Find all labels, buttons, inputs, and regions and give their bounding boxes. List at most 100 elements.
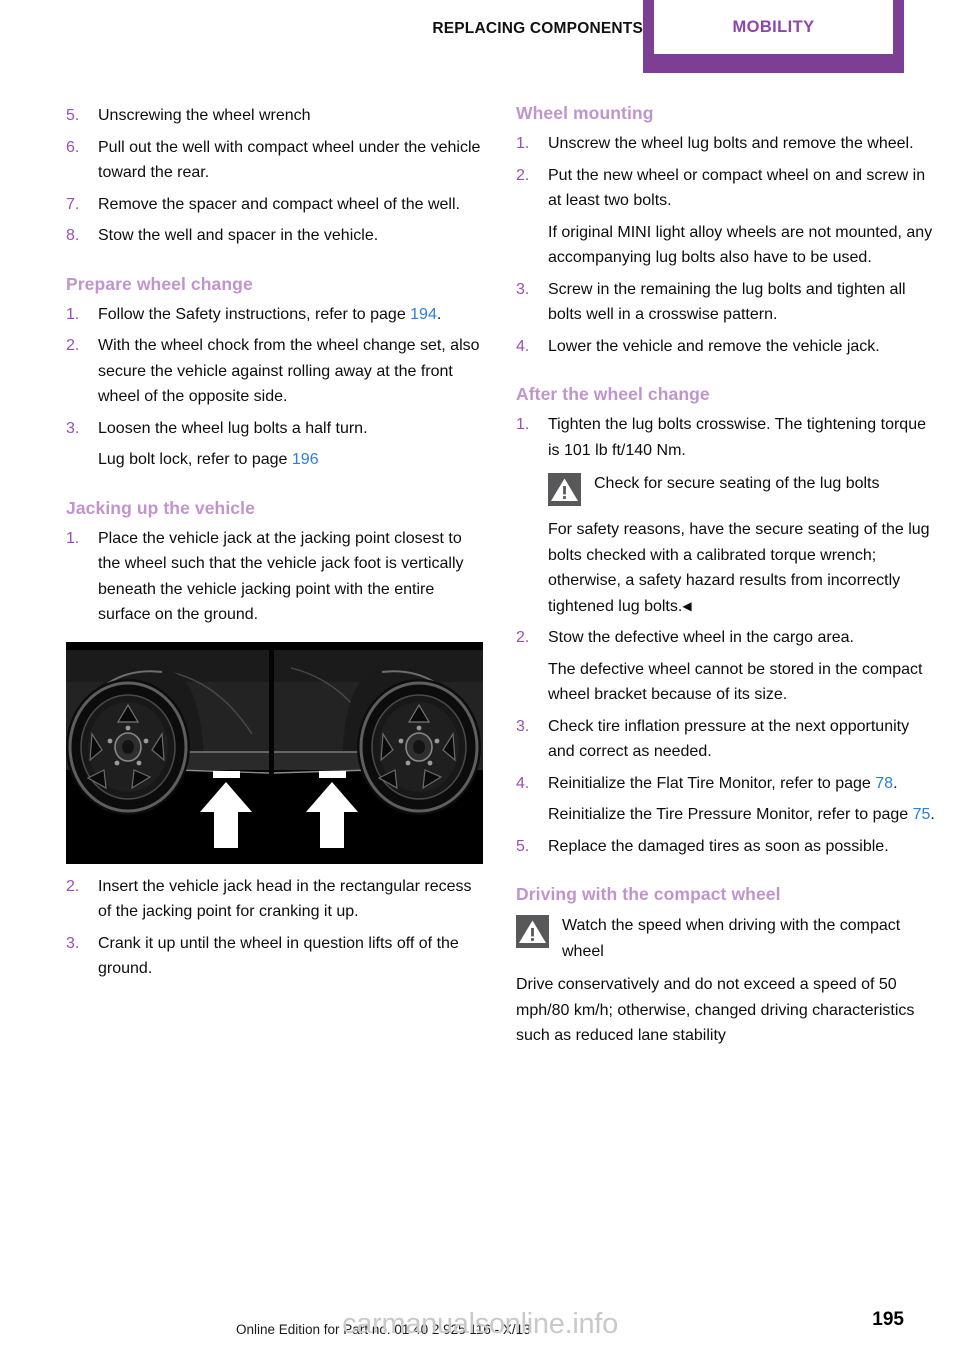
list-item: 3. Crank it up until the wheel in questi… (66, 931, 486, 982)
list-item: 3. Check tire inflation pressure at the … (516, 714, 936, 765)
warning-body: For safety reasons, have the secure seat… (548, 521, 930, 615)
front-wheel (66, 678, 190, 815)
step-text: Pull out the well with compact wheel und… (98, 138, 481, 182)
section-heading-after-the-wheel-change: After the wheel change (516, 384, 710, 404)
footer-edition-text: Online Edition for Part no. 01 40 2 925 … (236, 1322, 531, 1337)
step-text: Tighten the lug bolts crosswise. The tig… (548, 412, 936, 463)
list-item: 3. Loosen the wheel lug bolts a half tur… (66, 416, 486, 473)
step-number: 4. (516, 337, 530, 355)
warning-triangle-icon (548, 473, 581, 506)
step-number: 2. (516, 166, 530, 184)
after-wheel-change-steps-list-continued: 2. Stow the defective wheel in the cargo… (516, 625, 936, 859)
list-item: 1. Place the vehicle jack at the jacking… (66, 526, 486, 628)
list-item: 6. Pull out the well with compact wheel … (66, 135, 486, 186)
list-item: 2. Stow the defective wheel in the cargo… (516, 625, 936, 708)
list-item: 1. Tighten the lug bolts crosswise. The … (516, 412, 936, 463)
step-number: 2. (66, 337, 80, 354)
step-text-main: Put the new wheel or compact wheel on an… (548, 166, 926, 210)
step-number: 2. (66, 877, 80, 895)
section-heading-jacking-up-the-vehicle: Jacking up the vehicle (66, 497, 255, 518)
rear-wheel (357, 678, 481, 815)
step-text-main: Reinitialize the Flat Tire Monitor, refe… (548, 771, 936, 797)
step-text: Reinitialize the Flat Tire Monitor, refe… (548, 771, 936, 828)
right-column: Wheel mounting 1. Unscrew the wheel lug … (516, 103, 936, 1055)
page-footer: Online Edition for Part no. 01 40 2 925 … (0, 1300, 960, 1362)
page-reference-link[interactable]: 75 (913, 806, 931, 823)
step-number: 1. (516, 135, 530, 152)
list-item: 5. Replace the damaged tires as soon as … (516, 834, 936, 860)
warning-title: Check for secure seating of the lug bolt… (594, 475, 880, 492)
warning-block-lug-bolts: Check for secure seating of the lug bolt… (548, 471, 936, 509)
section-heading-prepare-wheel-change: Prepare wheel change (66, 273, 253, 294)
step-number: 3. (66, 419, 80, 437)
vehicle-side-view-illustration (66, 641, 483, 864)
list-item: 7. Remove the spacer and compact wheel o… (66, 192, 486, 218)
step-text: With the wheel chock from the wheel chan… (98, 337, 480, 405)
step-number: 1. (66, 529, 80, 547)
header-tab-label: MOBILITY (732, 17, 815, 36)
step-number: 7. (66, 195, 80, 213)
page-reference-link[interactable]: 78 (875, 775, 893, 792)
list-item: 4. Lower the vehicle and remove the vehi… (516, 334, 936, 360)
prepare-steps-list: 1. Follow the Safety instructions, refer… (66, 302, 486, 473)
step-text-after: . (893, 774, 898, 792)
step-text: Insert the vehicle jack head in the rect… (98, 877, 472, 921)
step-text: Check tire inflation pressure at the nex… (548, 717, 910, 761)
list-item: 1. Follow the Safety instructions, refer… (66, 302, 486, 328)
step-text: Remove the spacer and compact wheel of t… (98, 195, 460, 213)
step-text: Stow the well and spacer in the vehicle. (98, 227, 379, 244)
step-number: 6. (66, 138, 80, 156)
warning-body-text: Drive conservatively and do not exceed a… (516, 976, 915, 1044)
step-note: If original MINI light alloy wheels are … (548, 223, 933, 267)
step-text: Stow the defective wheel in the cargo ar… (548, 625, 936, 708)
header-chapter-label: REPLACING COMPONENTS (432, 20, 643, 37)
continued-steps-list: 5. Unscrewing the wheel wrench 6. Pull o… (66, 103, 486, 249)
jacking-point-marker-rear (319, 770, 346, 778)
list-item: 2. With the wheel chock from the wheel c… (66, 333, 486, 410)
step-number: 3. (516, 717, 530, 735)
page-reference-link[interactable]: 196 (292, 451, 319, 468)
step-number: 4. (516, 774, 530, 792)
list-item: 3. Screw in the remaining the lug bolts … (516, 277, 936, 328)
step-text-main: Tighten the lug bolts crosswise. The tig… (548, 416, 926, 459)
header-section-tab: MOBILITY (643, 0, 904, 73)
list-item: 2. Insert the vehicle jack head in the r… (66, 874, 486, 925)
step-number: 5. (516, 837, 530, 855)
step-text: Put the new wheel or compact wheel on an… (548, 163, 936, 271)
step-text-after: . (436, 305, 442, 323)
jacking-steps-list-continued: 2. Insert the vehicle jack head in the r… (66, 874, 486, 982)
page-reference-link[interactable]: 194 (410, 306, 437, 323)
section-heading-driving-with-the-compact-wheel: Driving with the compact wheel (516, 884, 781, 904)
step-text: Replace the damaged tires as soon as pos… (548, 837, 889, 855)
step-text: Unscrew the wheel lug bolts and remove t… (548, 135, 914, 152)
step-number: 1. (516, 416, 530, 433)
step-text-before: Follow the Safety instructions, refer to… (98, 305, 411, 323)
step-note: Reinitialize the Tire Pressure Monitor, … (548, 802, 936, 828)
step-number: 2. (516, 629, 530, 646)
step-text: Loosen the wheel lug bolts a half turn. … (98, 416, 486, 473)
jacking-steps-list: 1. Place the vehicle jack at the jacking… (66, 526, 486, 628)
step-note: The defective wheel cannot be stored in … (548, 660, 923, 704)
step-note-after: . (930, 806, 935, 823)
step-text-before: Reinitialize the Flat Tire Monitor, refe… (548, 774, 876, 792)
step-note-before: Reinitialize the Tire Pressure Monitor, … (548, 806, 913, 823)
list-item: 5. Unscrewing the wheel wrench (66, 103, 486, 129)
page-header: REPLACING COMPONENTS MOBILITY (0, 0, 960, 75)
step-note: Lug bolt lock, refer to page 196 (98, 447, 486, 473)
step-number: 8. (66, 227, 80, 244)
section-heading-wheel-mounting: Wheel mounting (516, 103, 654, 123)
warning-body-text: For safety reasons, have the secure seat… (548, 517, 936, 619)
vehicle-jacking-points-figure (66, 641, 483, 864)
list-item: 1. Unscrew the wheel lug bolts and remov… (516, 131, 936, 157)
step-text-main: Stow the defective wheel in the cargo ar… (548, 629, 854, 646)
step-number: 3. (516, 280, 530, 298)
section-end-marker: ◀ (682, 598, 692, 613)
step-number: 5. (66, 107, 80, 124)
step-text: Lower the vehicle and remove the vehicle… (548, 337, 880, 355)
warning-triangle-icon (516, 915, 549, 948)
jacking-point-marker-front (213, 770, 240, 778)
after-wheel-change-steps-list: 1. Tighten the lug bolts crosswise. The … (516, 412, 936, 463)
warning-block-compact-wheel-speed: Watch the speed when driving with the co… (516, 913, 936, 964)
step-number: 3. (66, 934, 80, 952)
list-item: 4. Reinitialize the Flat Tire Monitor, r… (516, 771, 936, 828)
